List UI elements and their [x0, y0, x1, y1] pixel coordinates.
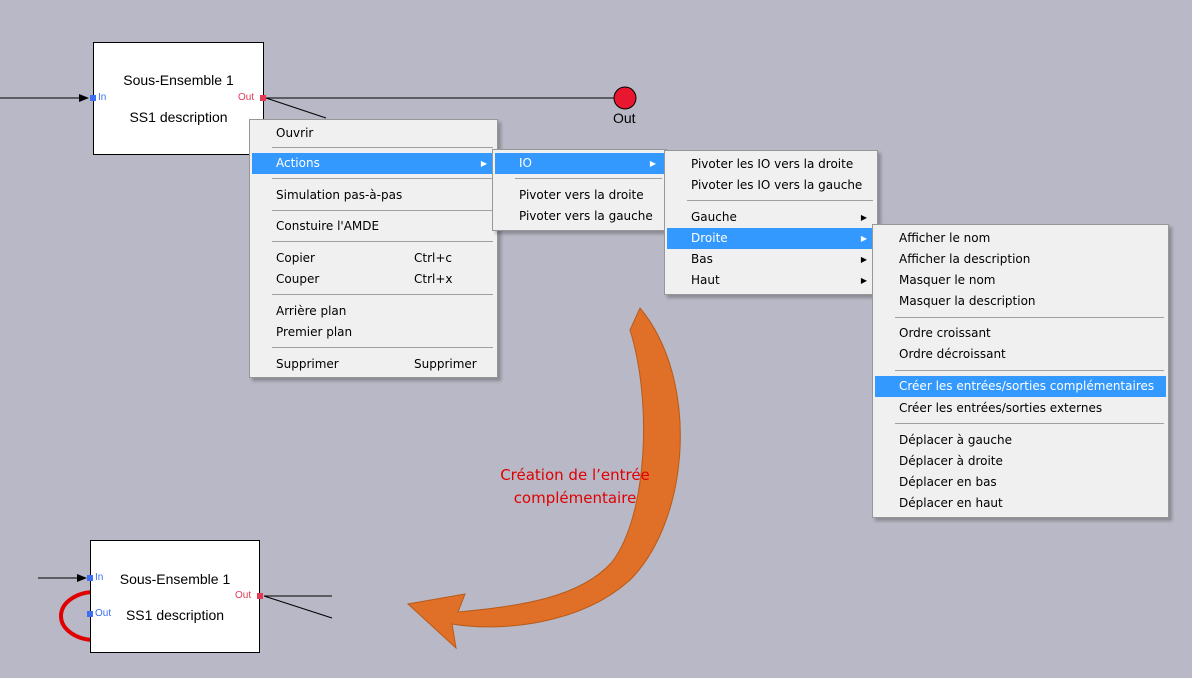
menu-item-create-external[interactable]: Créer les entrées/sorties externes: [875, 398, 1166, 419]
submenu-arrow-icon: ▶: [649, 159, 656, 168]
output-port[interactable]: [257, 593, 263, 599]
annotation-caption: Création de l’entrée complémentaire: [470, 464, 680, 510]
block-description: SS1 description: [129, 109, 228, 125]
menu-item-delete[interactable]: Supprimer Supprimer: [252, 354, 495, 375]
complementary-output-port-label: Out: [95, 608, 112, 619]
menu-item-bring-front[interactable]: Premier plan: [252, 322, 495, 343]
menu-item-create-complementary[interactable]: Créer les entrées/sorties complémentaire…: [875, 376, 1166, 397]
menu-item-rotate-left[interactable]: Pivoter vers la gauche: [495, 206, 664, 227]
menu-item-descending[interactable]: Ordre décroissant: [875, 344, 1166, 365]
menu-separator: [272, 241, 493, 242]
menu-item-simulation[interactable]: Simulation pas-à-pas: [252, 185, 495, 206]
menu-item-left[interactable]: Gauche ▶: [667, 207, 875, 228]
menu-separator: [272, 347, 493, 348]
menu-item-rotate-right[interactable]: Pivoter vers la droite: [495, 185, 664, 206]
caption-line-2: complémentaire: [513, 489, 637, 507]
menu-item-cut[interactable]: Couper Ctrl+x: [252, 269, 495, 290]
output-wire-diagonal-top: [265, 97, 327, 119]
menu-item-move-left[interactable]: Déplacer à gauche: [875, 430, 1166, 451]
submenu-arrow-icon: ▶: [860, 276, 867, 285]
menu-item-actions[interactable]: Actions ▶: [252, 153, 495, 174]
menu-item-move-right[interactable]: Déplacer à droite: [875, 451, 1166, 472]
menu-item-io[interactable]: IO ▶: [495, 153, 664, 174]
submenu-arrow-icon: ▶: [860, 255, 867, 264]
menu-separator: [895, 423, 1164, 424]
menu-item-ascending[interactable]: Ordre croissant: [875, 323, 1166, 344]
menu-item-show-name[interactable]: Afficher le nom: [875, 228, 1166, 249]
block-title: Sous-Ensemble 1: [119, 571, 231, 587]
input-port-label: In: [95, 572, 104, 583]
context-menu: Ouvrir Actions ▶ Simulation pas-à-pas Con…: [249, 119, 498, 378]
io-submenu: Pivoter les IO vers la droite Pivoter le…: [664, 150, 878, 295]
input-port[interactable]: [87, 575, 93, 581]
menu-item-send-back[interactable]: Arrière plan: [252, 301, 495, 322]
menu-item-hide-description[interactable]: Masquer la description: [875, 291, 1166, 312]
menu-item-rotate-io-left[interactable]: Pivoter les IO vers la gauche: [667, 175, 875, 196]
menu-separator: [272, 294, 493, 295]
output-port[interactable]: [260, 95, 266, 101]
output-port-label: Out: [235, 590, 252, 601]
actions-submenu: IO ▶ Pivoter vers la droite Pivoter vers …: [492, 149, 667, 231]
menu-item-open[interactable]: Ouvrir: [252, 123, 495, 144]
menu-item-amde[interactable]: Constuire l'AMDE: [252, 216, 495, 237]
menu-item-top[interactable]: Haut ▶: [667, 270, 875, 291]
caption-line-1: Création de l’entrée: [500, 466, 650, 484]
menu-separator: [272, 210, 493, 211]
menu-item-move-down[interactable]: Déplacer en bas: [875, 472, 1166, 493]
menu-separator: [272, 147, 493, 148]
input-port-label: In: [98, 92, 107, 103]
menu-item-right[interactable]: Droite ▶: [667, 228, 875, 249]
out-terminal-label: Out: [613, 110, 636, 126]
menu-item-bottom[interactable]: Bas ▶: [667, 249, 875, 270]
out-terminal-icon[interactable]: [613, 86, 637, 110]
block-description: SS1 description: [125, 607, 225, 623]
menu-item-show-description[interactable]: Afficher la description: [875, 249, 1166, 270]
menu-item-move-up[interactable]: Déplacer en haut: [875, 493, 1166, 514]
input-port[interactable]: [90, 95, 96, 101]
output-port-label: Out: [238, 92, 255, 103]
submenu-arrow-icon: ▶: [860, 234, 867, 243]
block-title: Sous-Ensemble 1: [123, 72, 234, 88]
output-wire-diagonal-bottom: [263, 595, 333, 619]
menu-separator: [687, 200, 873, 201]
menu-item-hide-name[interactable]: Masquer le nom: [875, 270, 1166, 291]
submenu-arrow-icon: ▶: [860, 213, 867, 222]
menu-item-copy[interactable]: Copier Ctrl+c: [252, 248, 495, 269]
menu-separator: [895, 317, 1164, 318]
menu-separator: [515, 178, 662, 179]
menu-separator: [895, 370, 1164, 371]
menu-separator: [272, 178, 493, 179]
right-submenu: Afficher le nom Afficher la description …: [872, 224, 1169, 518]
menu-item-rotate-io-right[interactable]: Pivoter les IO vers la droite: [667, 154, 875, 175]
complementary-output-port[interactable]: [87, 611, 93, 617]
submenu-arrow-icon: ▶: [480, 159, 487, 168]
